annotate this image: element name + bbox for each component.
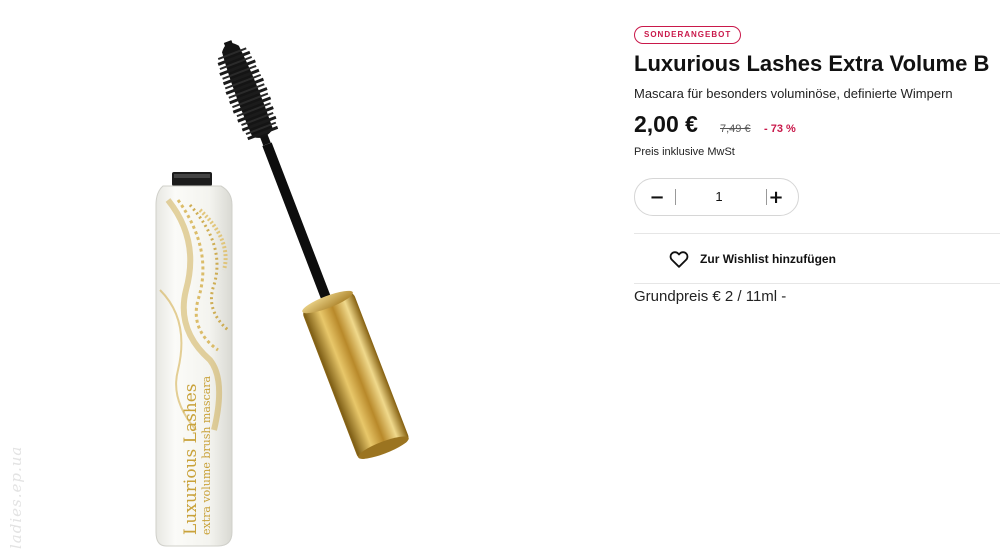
discount-label: - 73 % (764, 123, 796, 135)
mascara-illustration: Luxurious Lashes extra volume brush masc… (155, 40, 409, 547)
wishlist-label: Zur Wishlist hinzufügen (700, 251, 836, 266)
decrease-quantity-button[interactable]: − (637, 179, 677, 215)
unit-price: Grundpreis € 2 / 11ml - (634, 288, 787, 305)
old-price: 7,49 € (720, 123, 751, 135)
quantity-stepper: − 1 + (634, 178, 799, 216)
tube-lettering: Luxurious Lashes extra volume brush masc… (181, 375, 213, 535)
vat-note: Preis inklusive MwSt (634, 146, 735, 158)
product-subtitle: Mascara für besonders voluminöse, defini… (634, 86, 953, 101)
product-info: SONDERANGEBOT Luxurious Lashes Extra Vol… (634, 0, 1000, 560)
divider (634, 283, 1000, 284)
svg-text:extra volume brush mascara: extra volume brush mascara (200, 375, 213, 535)
minus-icon: − (649, 186, 665, 208)
current-price: 2,00 € (634, 111, 698, 137)
product-image[interactable]: Luxurious Lashes extra volume brush masc… (0, 0, 600, 560)
svg-text:Luxurious Lashes: Luxurious Lashes (181, 383, 201, 535)
product-title: Luxurious Lashes Extra Volume B (634, 51, 990, 76)
heart-icon (669, 250, 689, 268)
mascara-wand (217, 40, 409, 459)
divider (675, 189, 676, 205)
increase-quantity-button[interactable]: + (756, 179, 796, 215)
watermark: ladies.ep.ua (7, 445, 25, 549)
quantity-input[interactable]: 1 (679, 179, 759, 215)
sale-badge: SONDERANGEBOT (634, 26, 742, 44)
mascara-tube: Luxurious Lashes extra volume brush masc… (155, 172, 233, 547)
mascara-brush (217, 40, 279, 146)
add-to-wishlist-button[interactable]: Zur Wishlist hinzufügen (634, 234, 1000, 283)
plus-icon: + (768, 186, 784, 208)
